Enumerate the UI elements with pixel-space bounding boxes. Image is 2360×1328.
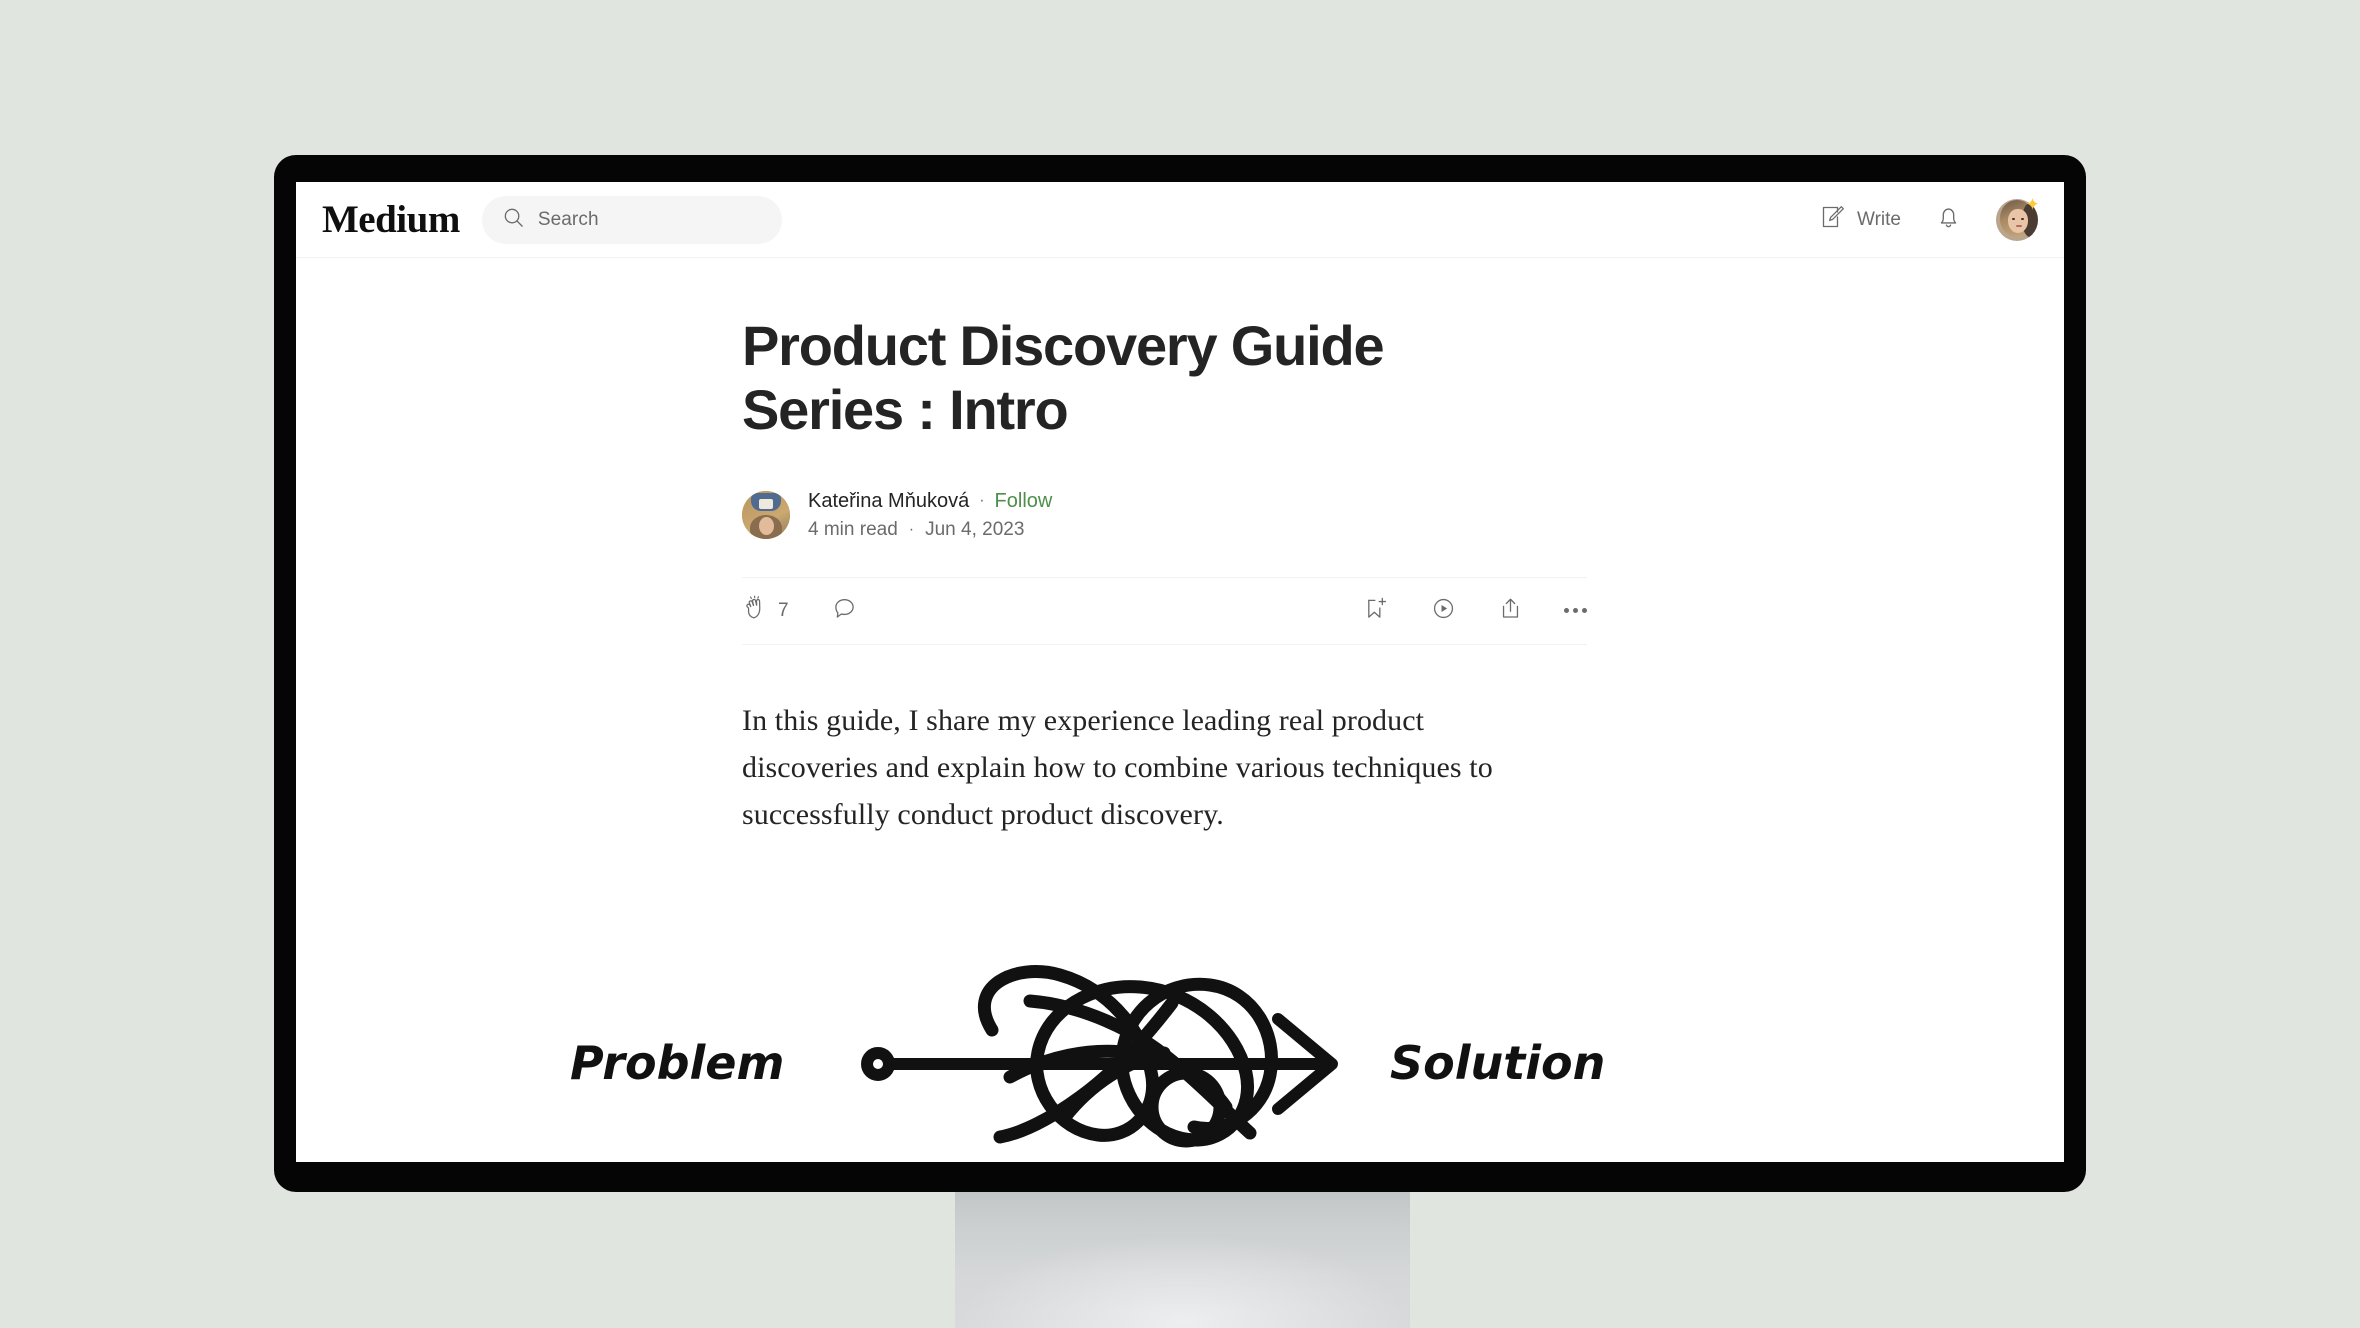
byline-meta-row: 4 min read · Jun 4, 2023 — [808, 519, 1052, 541]
monitor-stand-highlight — [955, 1192, 1410, 1328]
article-column: Product Discovery Guide Series : Intro K… — [742, 314, 1587, 839]
bell-icon[interactable] — [1935, 204, 1962, 236]
article-figure: Problem Solution — [296, 957, 2064, 1162]
article-action-bar: 7 — [742, 576, 1587, 645]
write-button[interactable]: Write — [1820, 204, 1901, 236]
header-actions: Write ✦ — [1820, 194, 2040, 241]
avatar-mouth — [2016, 224, 2022, 227]
tangled-scribble — [978, 964, 1278, 1148]
action-bar-right — [1363, 595, 1587, 627]
search-input[interactable]: Search — [481, 195, 782, 244]
figure-label-solution: Solution — [1390, 1036, 1605, 1090]
more-dot-1 — [1564, 608, 1569, 614]
more-horizontal-icon[interactable] — [1564, 608, 1587, 614]
monitor-bezel: Medium Search Write ✦ Product Discovery … — [274, 155, 2086, 1192]
page-title: Product Discovery Guide Series : Intro — [742, 314, 1385, 441]
action-bar-left: 7 — [742, 595, 858, 627]
play-listen-icon[interactable] — [1430, 595, 1457, 627]
more-dot-3 — [1582, 608, 1587, 614]
byline: Kateřina Mňuková · Follow 4 min read · J… — [742, 490, 1587, 541]
figure-label-problem: Problem — [570, 1036, 784, 1090]
author-avatar[interactable] — [742, 491, 790, 540]
author-avatar-book — [759, 499, 773, 510]
byline-separator-2: · — [908, 520, 915, 538]
avatar-eye-left — [2012, 217, 2015, 220]
write-label: Write — [1857, 208, 1901, 230]
avatar-eye-right — [2021, 217, 2024, 220]
more-dot-2 — [1573, 608, 1578, 614]
clap-button[interactable]: 7 — [742, 595, 789, 627]
monitor-stand — [955, 1192, 1410, 1328]
write-pencil-icon — [1820, 204, 1846, 236]
byline-separator-1: · — [979, 492, 985, 510]
sparkle-star-icon: ✦ — [2025, 194, 2040, 214]
author-name[interactable]: Kateřina Mňuková — [808, 490, 969, 513]
read-time: 4 min read — [808, 518, 898, 540]
article-body-paragraph: In this guide, I share my experience lea… — [742, 703, 1493, 832]
byline-author-row: Kateřina Mňuková · Follow — [808, 490, 1052, 513]
user-avatar[interactable]: ✦ — [1996, 194, 2040, 241]
problem-solution-illustration: Problem Solution — [570, 964, 1605, 1148]
search-placeholder: Search — [537, 208, 599, 230]
publish-date: Jun 4, 2023 — [925, 518, 1025, 540]
clap-count: 7 — [778, 599, 789, 621]
site-header: Medium Search Write ✦ — [296, 182, 2064, 258]
bookmark-add-icon[interactable] — [1363, 595, 1390, 627]
medium-logo[interactable]: Medium — [322, 200, 460, 239]
article: Product Discovery Guide Series : Intro K… — [296, 258, 2064, 1162]
byline-text: Kateřina Mňuková · Follow 4 min read · J… — [808, 490, 1052, 541]
clap-icon — [742, 595, 769, 627]
share-upload-icon[interactable] — [1497, 595, 1524, 627]
comment-icon[interactable] — [831, 595, 858, 627]
search-icon — [502, 206, 525, 234]
monitor-screen: Medium Search Write ✦ Product Discovery … — [296, 182, 2064, 1162]
follow-button[interactable]: Follow — [995, 490, 1053, 513]
